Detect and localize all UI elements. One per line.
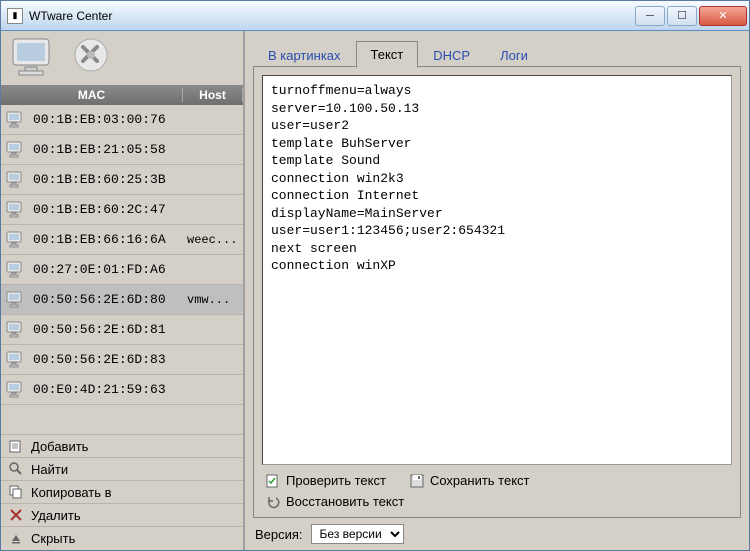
tab-pictures[interactable]: В картинках: [253, 42, 356, 68]
copy-icon: [9, 485, 23, 499]
app-icon: ▮: [7, 8, 23, 24]
client-row[interactable]: 00:1B:EB:21:05:58: [1, 135, 243, 165]
action-list: Добавить Найти Копировать в Удалить: [1, 434, 243, 550]
check-text-label: Проверить текст: [286, 473, 386, 488]
client-row[interactable]: 00:50:56:2E:6D:81: [1, 315, 243, 345]
search-icon: [9, 462, 23, 476]
pc-icon: [5, 109, 27, 131]
maximize-button[interactable]: ☐: [667, 6, 697, 26]
copy-to-button[interactable]: Копировать в: [1, 481, 243, 504]
client-row[interactable]: 00:1B:EB:03:00:76: [1, 105, 243, 135]
mac-cell: 00:1B:EB:66:16:6A: [31, 232, 183, 247]
pc-icon: [5, 199, 27, 221]
pc-icon: [5, 139, 27, 161]
client-row[interactable]: 00:50:56:2E:6D:80vmw...: [1, 285, 243, 315]
client-row[interactable]: 00:1B:EB:66:16:6Aweec...: [1, 225, 243, 255]
mac-cell: 00:50:56:2E:6D:83: [31, 352, 183, 367]
delete-label: Удалить: [31, 508, 81, 523]
minimize-button[interactable]: ─: [635, 6, 665, 26]
find-button[interactable]: Найти: [1, 458, 243, 481]
save-icon: [410, 474, 424, 488]
tab-text[interactable]: Текст: [356, 41, 419, 68]
tools-icon[interactable]: [67, 37, 115, 79]
pc-icon: [5, 349, 27, 371]
find-label: Найти: [31, 462, 68, 477]
mac-cell: 00:1B:EB:60:25:3B: [31, 172, 183, 187]
add-label: Добавить: [31, 439, 88, 454]
client-list: 00:1B:EB:03:00:76 00:1B:EB:21:05:58 00:1B:…: [1, 105, 243, 434]
undo-icon: [266, 495, 280, 509]
check-icon: [266, 474, 280, 488]
client-row[interactable]: 00:1B:EB:60:25:3B: [1, 165, 243, 195]
check-text-button[interactable]: Проверить текст: [266, 473, 386, 488]
col-host[interactable]: Host: [183, 88, 243, 102]
tab-logs[interactable]: Логи: [485, 42, 543, 68]
version-label: Версия:: [255, 527, 303, 542]
left-panel: MAC Host 00:1B:EB:03:00:76 00:1B:EB:21:05…: [1, 31, 245, 550]
hide-button[interactable]: Скрыть: [1, 527, 243, 550]
mac-cell: 00:1B:EB:60:2C:47: [31, 202, 183, 217]
mac-cell: 00:1B:EB:03:00:76: [31, 112, 183, 127]
save-text-button[interactable]: Сохранить текст: [410, 473, 530, 488]
col-mac[interactable]: MAC: [1, 88, 183, 102]
restore-text-label: Восстановить текст: [286, 494, 404, 509]
tabs: В картинках Текст DHCP Логи: [253, 39, 741, 67]
tab-dhcp[interactable]: DHCP: [418, 42, 485, 68]
client-row[interactable]: 00:50:56:2E:6D:83: [1, 345, 243, 375]
config-textarea[interactable]: turnoffmenu=always server=10.100.50.13 u…: [262, 75, 732, 465]
copy-to-label: Копировать в: [31, 485, 112, 500]
host-cell: weec...: [183, 233, 243, 247]
pc-icon: [5, 319, 27, 341]
title-bar: ▮ WTware Center ─ ☐ ✕: [1, 1, 749, 31]
mac-cell: 00:50:56:2E:6D:81: [31, 322, 183, 337]
monitor-icon[interactable]: [9, 37, 57, 79]
client-row[interactable]: 00:E0:4D:21:59:63: [1, 375, 243, 405]
pc-icon: [5, 379, 27, 401]
pc-icon: [5, 289, 27, 311]
save-text-label: Сохранить текст: [430, 473, 530, 488]
host-cell: vmw...: [183, 293, 243, 307]
mac-cell: 00:1B:EB:21:05:58: [31, 142, 183, 157]
window-title: WTware Center: [29, 9, 112, 23]
delete-icon: [9, 508, 23, 522]
table-header: MAC Host: [1, 85, 243, 105]
version-select[interactable]: Без версии: [311, 524, 404, 544]
add-button[interactable]: Добавить: [1, 435, 243, 458]
delete-button[interactable]: Удалить: [1, 504, 243, 527]
pc-icon: [5, 169, 27, 191]
hide-icon: [9, 532, 23, 546]
restore-text-button[interactable]: Восстановить текст: [266, 494, 728, 509]
add-icon: [9, 439, 23, 453]
pc-icon: [5, 259, 27, 281]
close-button[interactable]: ✕: [699, 6, 747, 26]
client-row[interactable]: 00:1B:EB:60:2C:47: [1, 195, 243, 225]
right-panel: В картинках Текст DHCP Логи turnoffmenu=…: [245, 31, 749, 550]
tab-body: turnoffmenu=always server=10.100.50.13 u…: [253, 66, 741, 518]
mac-cell: 00:50:56:2E:6D:80: [31, 292, 183, 307]
pc-icon: [5, 229, 27, 251]
hide-label: Скрыть: [31, 531, 75, 546]
client-row[interactable]: 00:27:0E:01:FD:A6: [1, 255, 243, 285]
mac-cell: 00:E0:4D:21:59:63: [31, 382, 183, 397]
mac-cell: 00:27:0E:01:FD:A6: [31, 262, 183, 277]
